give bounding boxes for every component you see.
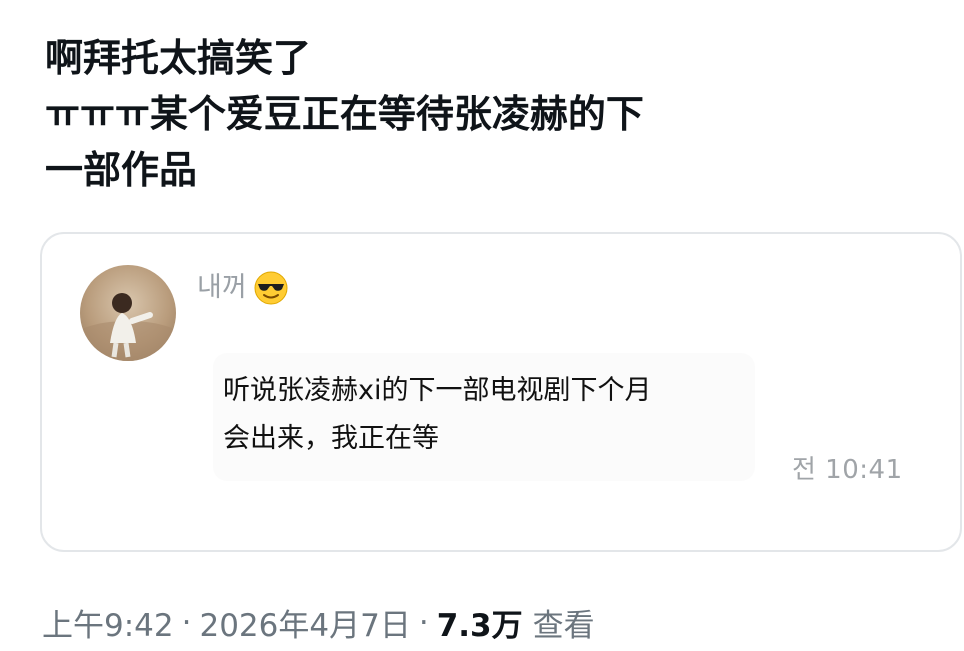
- meta-separator: ·: [181, 604, 192, 641]
- message-timestamp: 전 10:41: [792, 455, 903, 485]
- message-bubble: 听说张凌赫xi的下一部电视剧下个月 会出来，我正在等: [213, 353, 755, 481]
- post-text-line-2: ㅠㅠㅠ某个爱豆正在等待张凌赫的下: [45, 92, 644, 136]
- message-text-line-1: 听说张凌赫xi的下一部电视剧下个月: [223, 375, 652, 406]
- meta-separator: ·: [418, 604, 429, 641]
- post-text-line-3: 一部作品: [45, 148, 198, 192]
- avatar[interactable]: [80, 265, 176, 361]
- post: 啊拜托太搞笑了 ㅠㅠㅠ某个爱豆正在等待张凌赫的下 一部作品 내꺼 听说张凌赫xi…: [0, 0, 964, 651]
- sunglasses-emoji-icon: [253, 270, 289, 306]
- sender-name: 내꺼: [197, 272, 247, 303]
- post-date[interactable]: 2026年4月7日: [199, 600, 410, 645]
- post-meta: 上午9:42 · 2026年4月7日 · 7.3万 查看: [42, 600, 595, 645]
- message-text-line-2: 会出来，我正在等: [223, 423, 439, 454]
- post-time: 上午9:42: [42, 608, 174, 644]
- message-text: 听说张凌赫xi的下一部电视剧下个月 会出来，我正在等: [223, 367, 783, 463]
- post-text: 啊拜托太搞笑了 ㅠㅠㅠ某个爱豆正在等待张凌赫的下 一部作品: [45, 30, 785, 198]
- sender: 내꺼: [197, 268, 289, 308]
- views-label: 查看: [532, 608, 595, 644]
- view-count: 7.3万: [436, 608, 523, 644]
- post-text-line-1: 啊拜托太搞笑了: [45, 36, 312, 80]
